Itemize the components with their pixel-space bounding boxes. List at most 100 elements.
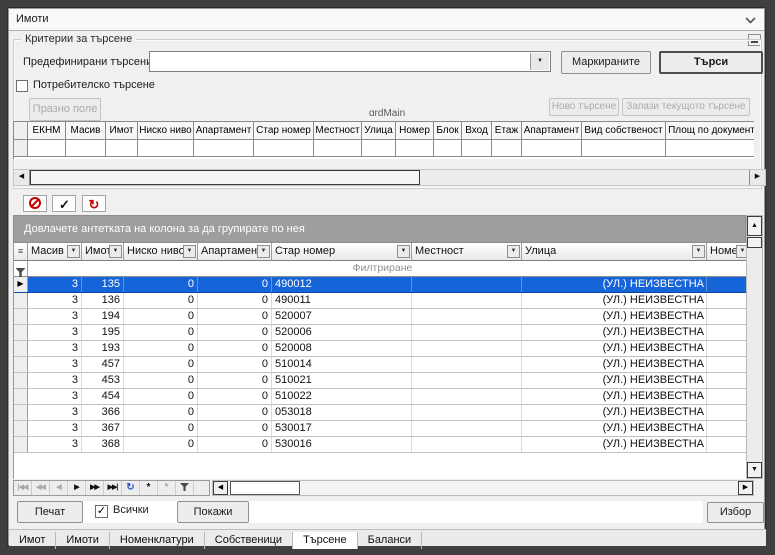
grid-cell[interactable]: 0 bbox=[198, 437, 272, 452]
column-dropdown-button[interactable]: ▼ bbox=[257, 245, 270, 258]
grid-cell[interactable]: 520008 bbox=[272, 341, 412, 356]
predefined-search-input[interactable] bbox=[152, 54, 528, 70]
column-dropdown-button[interactable]: ▼ bbox=[183, 245, 196, 258]
grid-cell[interactable]: 195 bbox=[82, 325, 124, 340]
grid-cell[interactable]: 0 bbox=[198, 293, 272, 308]
grid-cell[interactable]: 510021 bbox=[272, 373, 412, 388]
grid-cell[interactable]: 3 bbox=[28, 405, 82, 420]
nav-first-button[interactable]: |◀◀ bbox=[14, 481, 32, 495]
grid-cell[interactable] bbox=[707, 437, 746, 452]
grid-cell[interactable]: 3 bbox=[28, 341, 82, 356]
nav-new-dim-button[interactable]: * bbox=[158, 481, 176, 495]
nav-filter-button[interactable] bbox=[176, 481, 194, 495]
grid-row[interactable]: 345300510021(УЛ.) НЕИЗВЕСТНА bbox=[14, 373, 746, 389]
column-dropdown-button[interactable]: ▼ bbox=[692, 245, 705, 258]
grid-column-header[interactable]: Стар номер▼ bbox=[272, 243, 412, 261]
scroll-left-icon[interactable]: ◀ bbox=[14, 170, 30, 185]
criteria-column-header[interactable]: Етаж bbox=[492, 122, 522, 140]
hscroll-thumb[interactable] bbox=[230, 481, 300, 495]
filter-row[interactable]: Филтриране bbox=[14, 261, 746, 277]
criteria-value-cell[interactable] bbox=[362, 140, 396, 157]
grid-cell[interactable] bbox=[412, 293, 522, 308]
save-current-search-button[interactable]: Запази текущото търсене bbox=[622, 98, 750, 116]
vscroll-thumb[interactable] bbox=[747, 237, 762, 248]
grid-row[interactable]: 345400510022(УЛ.) НЕИЗВЕСТНА bbox=[14, 389, 746, 405]
grid-cell[interactable]: 454 bbox=[82, 389, 124, 404]
grid-cell[interactable]: 0 bbox=[198, 405, 272, 420]
predefined-search-combobox[interactable]: ▼ bbox=[149, 51, 551, 72]
grid-cell[interactable] bbox=[412, 421, 522, 436]
marked-button[interactable]: Маркираните bbox=[561, 51, 651, 74]
tab-tarsene[interactable]: Търсене bbox=[293, 532, 358, 549]
criteria-value-cell[interactable] bbox=[666, 140, 754, 157]
grid-row[interactable]: 319400520007(УЛ.) НЕИЗВЕСТНА bbox=[14, 309, 746, 325]
grid-cell[interactable]: (УЛ.) НЕИЗВЕСТНА bbox=[522, 293, 707, 308]
grid-cell[interactable]: 530016 bbox=[272, 437, 412, 452]
show-button[interactable]: Покажи bbox=[177, 501, 249, 523]
tab-imoti[interactable]: Имоти bbox=[56, 532, 110, 549]
grid-cell[interactable]: 510022 bbox=[272, 389, 412, 404]
criteria-value-cell[interactable] bbox=[66, 140, 106, 157]
criteria-value-cell[interactable] bbox=[462, 140, 492, 157]
grid-cell[interactable]: 0 bbox=[198, 421, 272, 436]
scroll-right-icon[interactable]: ▶ bbox=[738, 481, 753, 495]
grid-cell[interactable]: 0 bbox=[124, 357, 198, 372]
grid-corner-menu-icon[interactable]: ≡ bbox=[14, 243, 28, 261]
grid-cell[interactable]: 367 bbox=[82, 421, 124, 436]
grid-cell[interactable]: 490011 bbox=[272, 293, 412, 308]
grid-cell[interactable]: 0 bbox=[124, 389, 198, 404]
grid-cell[interactable] bbox=[707, 341, 746, 356]
grid-cell[interactable]: 3 bbox=[28, 325, 82, 340]
grid-cell[interactable]: 3 bbox=[28, 389, 82, 404]
nav-prev-page-button[interactable]: ◀◀ bbox=[32, 481, 50, 495]
grid-cell[interactable] bbox=[707, 293, 746, 308]
column-dropdown-button[interactable]: ▼ bbox=[67, 245, 80, 258]
criteria-value-cell[interactable] bbox=[28, 140, 66, 157]
grid-cell[interactable]: 520006 bbox=[272, 325, 412, 340]
grid-row[interactable]: 336800530016(УЛ.) НЕИЗВЕСТНА bbox=[14, 437, 746, 453]
grid-cell[interactable]: (УЛ.) НЕИЗВЕСТНА bbox=[522, 309, 707, 324]
grid-cell[interactable]: 0 bbox=[124, 293, 198, 308]
grid-cell[interactable]: 490012 bbox=[272, 277, 412, 292]
grid-row[interactable]: ▶313500490012(УЛ.) НЕИЗВЕСТНА bbox=[14, 277, 746, 293]
grid-cell[interactable]: 053018 bbox=[272, 405, 412, 420]
column-dropdown-button[interactable]: ▼ bbox=[507, 245, 520, 258]
column-dropdown-button[interactable]: ▼ bbox=[736, 245, 746, 258]
criteria-column-header[interactable]: Вид собственост bbox=[582, 122, 666, 140]
grid-column-header[interactable]: Улица▼ bbox=[522, 243, 707, 261]
criteria-column-header[interactable]: Ниско ниво bbox=[138, 122, 194, 140]
grid-column-header[interactable]: Апартамент▼ bbox=[198, 243, 272, 261]
grid-row[interactable]: 336700530017(УЛ.) НЕИЗВЕСТНА bbox=[14, 421, 746, 437]
tab-imot[interactable]: Имот bbox=[9, 532, 56, 549]
criteria-value-cell[interactable] bbox=[254, 140, 314, 157]
grid-cell[interactable]: (УЛ.) НЕИЗВЕСТНА bbox=[522, 421, 707, 436]
scroll-up-icon[interactable]: ▲ bbox=[747, 216, 762, 236]
grid-cell[interactable]: 193 bbox=[82, 341, 124, 356]
nav-next-page-button[interactable]: ▶▶ bbox=[86, 481, 104, 495]
grid-cell[interactable]: (УЛ.) НЕИЗВЕСТНА bbox=[522, 341, 707, 356]
criteria-column-header[interactable]: Имот bbox=[106, 122, 138, 140]
combo-dropdown-icon[interactable]: ▼ bbox=[530, 53, 549, 70]
grid-cell[interactable] bbox=[412, 389, 522, 404]
grid-cell[interactable] bbox=[412, 357, 522, 372]
grid-cell[interactable]: 3 bbox=[28, 373, 82, 388]
grid-cell[interactable]: 0 bbox=[124, 341, 198, 356]
grid-hscrollbar[interactable]: ◀ ▶ bbox=[212, 480, 754, 496]
grid-cell[interactable]: 457 bbox=[82, 357, 124, 372]
new-search-button[interactable]: Ново търсене bbox=[549, 98, 619, 116]
grid-cell[interactable] bbox=[412, 373, 522, 388]
criteria-column-header[interactable]: Стар номер bbox=[254, 122, 314, 140]
grid-column-header[interactable]: Местност▼ bbox=[412, 243, 522, 261]
tab-balansi[interactable]: Баланси bbox=[358, 532, 423, 549]
grid-cell[interactable]: (УЛ.) НЕИЗВЕСТНА bbox=[522, 389, 707, 404]
criteria-value-cell[interactable] bbox=[582, 140, 666, 157]
criteria-value-cell[interactable] bbox=[314, 140, 362, 157]
grid-cell[interactable]: 3 bbox=[28, 309, 82, 324]
grid-column-header[interactable]: Масив▼ bbox=[28, 243, 82, 261]
column-dropdown-button[interactable]: ▼ bbox=[109, 245, 122, 258]
grid-cell[interactable] bbox=[707, 373, 746, 388]
grid-cell[interactable] bbox=[707, 309, 746, 324]
grid-cell[interactable]: 0 bbox=[198, 373, 272, 388]
grid-row[interactable]: 319300520008(УЛ.) НЕИЗВЕСТНА bbox=[14, 341, 746, 357]
print-button[interactable]: Печат bbox=[17, 501, 83, 523]
